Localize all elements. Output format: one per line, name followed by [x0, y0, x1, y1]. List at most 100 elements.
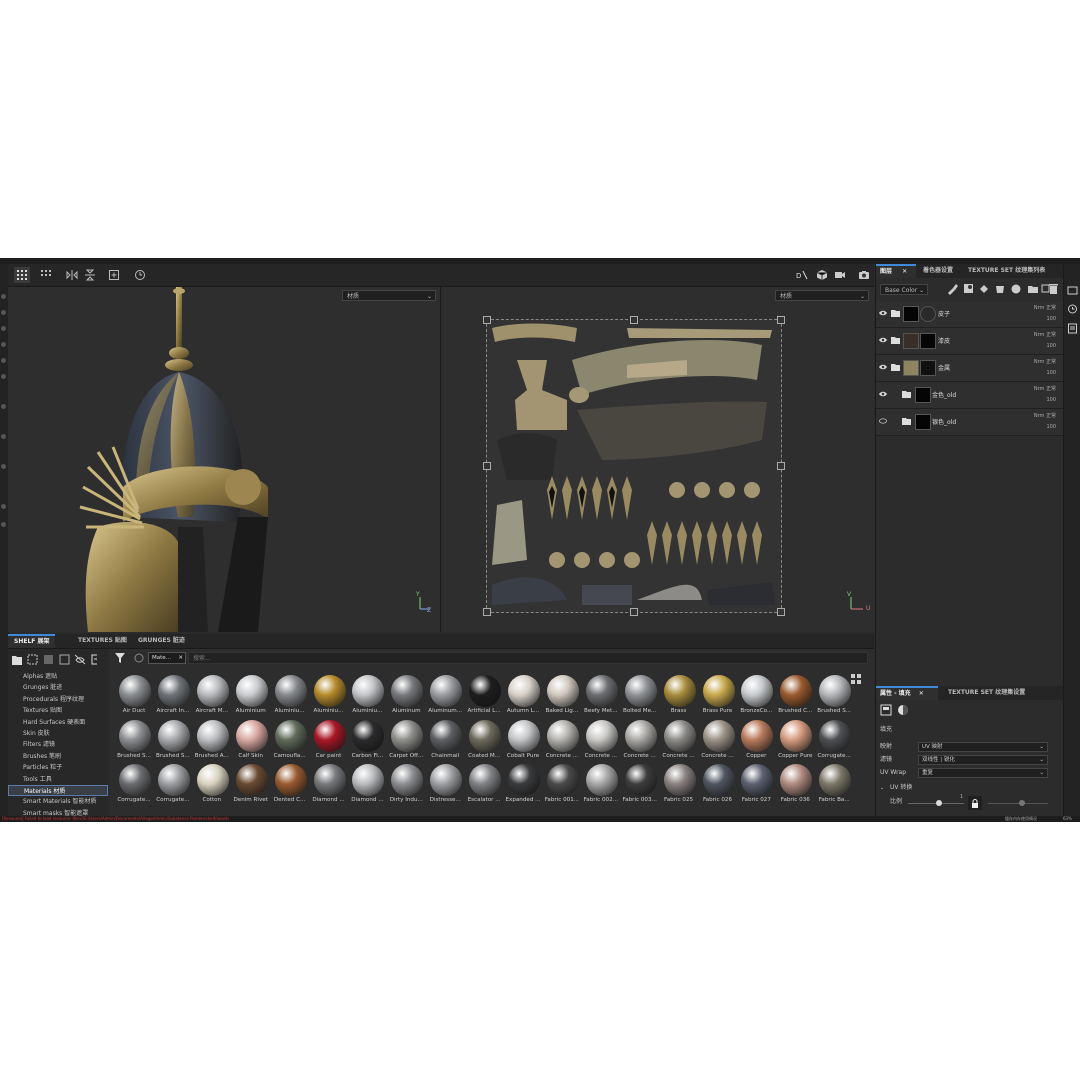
scale-slider-track-2[interactable] [988, 803, 1048, 804]
material-item[interactable]: Corrugate... [814, 718, 854, 762]
material-item[interactable]: Autumn L... [503, 673, 543, 717]
material-item[interactable]: Diamond ... [309, 762, 349, 806]
material-item[interactable]: Escalator ... [464, 762, 504, 806]
viewport-3d-channel-dropdown[interactable]: 材质 ⌄ [342, 290, 436, 301]
material-item[interactable]: Aluminum... [425, 673, 465, 717]
material-item[interactable]: Aluminiu... [347, 673, 387, 717]
eraser-tool-icon[interactable] [1, 310, 6, 315]
material-item[interactable]: Camoufla... [270, 718, 310, 762]
material-item[interactable]: Aircraft In... [153, 673, 193, 717]
material-item[interactable]: Fabric 026 [698, 762, 738, 806]
clone-tool-icon[interactable] [1, 374, 6, 379]
tab-properties-fill[interactable]: 属性 - 填充 ✕ [876, 686, 938, 700]
layer-name[interactable]: 金色_old [932, 390, 956, 399]
tab-texture-set-list[interactable]: TEXTURE SET 纹理集列表 [964, 264, 1049, 278]
frame-handle[interactable] [777, 608, 785, 616]
tab-shader-settings[interactable]: 着色器设置 [919, 264, 957, 278]
lock-icon[interactable] [968, 796, 982, 810]
material-item[interactable]: Brushed C... [775, 673, 815, 717]
category-item[interactable]: Skin 皮肤 [8, 728, 108, 739]
layer-blend-mode[interactable]: Nrm 正常 [1034, 358, 1056, 365]
flip-horizontal-icon[interactable] [64, 267, 80, 283]
material-item[interactable]: Coated M... [464, 718, 504, 762]
material-item[interactable]: Concrete ... [620, 718, 660, 762]
eye-icon[interactable] [879, 363, 887, 371]
layer-row[interactable]: 漆皮 Nrm 正常 100 [876, 328, 1064, 355]
projection-tool-icon[interactable] [1, 326, 6, 331]
material-item[interactable]: Artificial L... [464, 673, 504, 717]
material-item[interactable]: Brass Pure [698, 673, 738, 717]
material-item[interactable]: Copper [736, 718, 776, 762]
material-item[interactable]: Air Duct [114, 673, 154, 717]
material-item[interactable]: Beefy Met... [581, 673, 621, 717]
material-item[interactable]: Concrete ... [659, 718, 699, 762]
viewport-2d-channel-dropdown[interactable]: 材质 ⌄ [775, 290, 869, 301]
eye-icon[interactable] [879, 309, 887, 317]
material-item[interactable]: Car paint [309, 718, 349, 762]
material-item[interactable]: Distresse... [425, 762, 465, 806]
category-item[interactable]: Brushes 笔刷 [8, 751, 108, 762]
frame-handle[interactable] [483, 462, 491, 470]
material-item[interactable]: Aluminum [386, 673, 426, 717]
material-item[interactable]: Concrete ... [542, 718, 582, 762]
add-frame-icon[interactable] [106, 267, 122, 283]
viewport-2d[interactable]: 材质 ⌄ V U [441, 287, 874, 632]
frame-handle[interactable] [777, 462, 785, 470]
material-item[interactable]: Carpet Off... [386, 718, 426, 762]
layer-opacity[interactable]: 100 [1046, 343, 1056, 349]
close-icon[interactable]: ✕ [919, 690, 924, 697]
chevron-down-icon[interactable]: ⌄ [880, 785, 884, 791]
layer-opacity[interactable]: 100 [1046, 316, 1056, 322]
info-tool-icon[interactable] [1, 504, 6, 509]
material-item[interactable]: Cobalt Pure [503, 718, 543, 762]
material-item[interactable]: Copper Pure [775, 718, 815, 762]
layer-blend-mode[interactable]: Nrm 正常 [1034, 304, 1056, 311]
frame-handle[interactable] [777, 316, 785, 324]
material-item[interactable]: Fabric 027 [736, 762, 776, 806]
help-tool-icon[interactable] [1, 522, 6, 527]
layer-row[interactable]: 金属 Nrm 正常 100 [876, 355, 1064, 382]
cube-icon[interactable] [814, 267, 830, 283]
category-item[interactable]: Tools 工具 [8, 774, 108, 785]
material-item[interactable]: Corrugate... [153, 762, 193, 806]
frame-handle[interactable] [483, 316, 491, 324]
scale-slider-handle[interactable] [936, 800, 942, 806]
picker-tool-icon[interactable] [1, 404, 6, 409]
layer-row[interactable]: 金色_old Nrm 正常 100 [876, 382, 1064, 409]
layer-opacity[interactable]: 100 [1046, 370, 1056, 376]
material-item[interactable]: Brass [659, 673, 699, 717]
layer-name[interactable]: 漆皮 [938, 336, 950, 345]
eye-hidden-icon[interactable] [879, 417, 887, 425]
layer-blend-mode[interactable]: Nrm 正常 [1034, 331, 1056, 338]
grid-small-icon[interactable] [38, 267, 54, 283]
mapping-select[interactable]: UV 映射 ⌄ [918, 742, 1048, 752]
material-item[interactable]: Brushed S... [814, 673, 854, 717]
material-item[interactable]: Fabric 003... [620, 762, 660, 806]
settings-tool-icon[interactable] [1, 464, 6, 469]
category-item[interactable]: Textures 贴图 [8, 705, 108, 716]
material-item[interactable]: Aluminium [231, 673, 271, 717]
material-item[interactable]: Bolted Me... [620, 673, 660, 717]
material-item[interactable]: Brushed S... [114, 718, 154, 762]
tab-layers[interactable]: 图层 ✕ [876, 264, 916, 278]
viewport-3d[interactable]: 材质 ⌄ Y Z [8, 287, 440, 632]
material-item[interactable]: Corrugate... [114, 762, 154, 806]
layer-blend-mode[interactable]: Nrm 正常 [1034, 412, 1056, 419]
smudge-tool-icon[interactable] [1, 358, 6, 363]
category-item[interactable]: Filters 滤镜 [8, 739, 108, 750]
layer-name[interactable]: 金属 [938, 363, 950, 372]
channel-dropdown[interactable]: Base Color ⌄ [880, 284, 928, 295]
material-item[interactable]: Fabric 025 [659, 762, 699, 806]
category-item[interactable]: Particles 粒子 [8, 762, 108, 773]
material-item[interactable]: Brushed A... [192, 718, 232, 762]
material-item[interactable]: Aluminiu... [270, 673, 310, 717]
tab-texture-set-settings[interactable]: TEXTURE SET 纹理集设置 [944, 686, 1029, 700]
material-item[interactable]: Baked Lig... [542, 673, 582, 717]
material-item[interactable]: Chainmail [425, 718, 465, 762]
material-item[interactable]: Aluminiu... [309, 673, 349, 717]
filter-select[interactable]: 双线性 | 锐化 ⌄ [918, 755, 1048, 765]
view-toggle-icon[interactable]: D [794, 267, 810, 283]
reset-view-icon[interactable] [132, 267, 148, 283]
material-item[interactable]: Carbon Fi... [347, 718, 387, 762]
material-item[interactable]: Fabric 036 [775, 762, 815, 806]
